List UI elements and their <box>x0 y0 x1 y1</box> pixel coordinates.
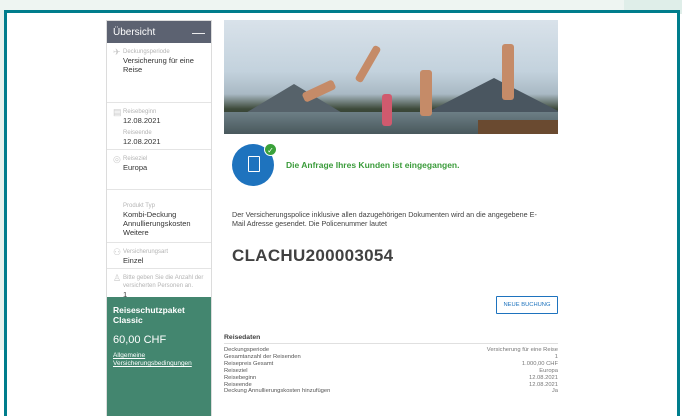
row-label: Gesamtanzahl der Reisenden <box>224 353 301 360</box>
row-label: Reiseziel <box>224 367 248 374</box>
section-label: Bitte geben Sie die Anzahl der versicher… <box>123 275 204 289</box>
package-title: Reiseschutzpaket Classic <box>113 305 185 325</box>
row-value: Versicherung für eine Reise <box>486 347 558 353</box>
hero-person <box>502 44 514 100</box>
hero-person <box>420 70 432 116</box>
travel-data-title: Reisedaten <box>224 334 261 341</box>
section-value: Kombi-Deckung Annullierungskosten Weiter… <box>123 210 191 237</box>
terms-link[interactable]: Allgemeine Versicherungsbedingungen <box>113 352 205 368</box>
table-row: Deckungsperiode Versicherung für eine Rei… <box>224 347 558 354</box>
row-value: 12.08.2021 <box>528 374 558 381</box>
package-price: 60,00 CHF <box>113 334 167 346</box>
section-value: 12.08.2021 <box>123 116 161 125</box>
row-label: Reisepreis Gesamt <box>224 360 274 367</box>
row-label: Reisebeginn <box>224 374 257 381</box>
hero-person <box>382 94 392 126</box>
policy-description: Der Versicherungspolice inklusive allen … <box>232 210 537 228</box>
sidebar-title: Übersicht <box>113 26 156 38</box>
people-icon: ⚇ <box>113 247 122 257</box>
row-label: Deckung Annullierungskosten hinzufügen <box>224 388 331 395</box>
sidebar-header[interactable]: Übersicht — <box>107 21 211 43</box>
travel-data-table: Deckungsperiode Versicherung für eine Rei… <box>224 347 558 395</box>
row-value: Ja <box>551 388 558 395</box>
checkmark-icon: ✓ <box>264 143 277 156</box>
table-row: Reiseende 12.08.2021 <box>224 382 558 389</box>
section-label: Deckungsperiode <box>123 49 170 55</box>
row-value: 1.000,00 CHF <box>521 360 558 367</box>
row-value: 1 <box>554 353 558 360</box>
table-row: Deckung Annullierungskosten hinzufügen Ja <box>224 388 558 395</box>
calendar-icon: ▤ <box>113 107 122 117</box>
divider <box>224 343 558 344</box>
section-travel-dates: ▤ Reisebeginn 12.08.2021 Reiseende 12.08… <box>107 103 211 150</box>
section-label: Versicherungsart <box>123 249 169 255</box>
section-value: 12.08.2021 <box>123 137 161 146</box>
row-value: 12.08.2021 <box>528 381 558 388</box>
section-product-type: Produkt Typ Kombi-Deckung Annullierungsk… <box>107 190 211 243</box>
hero-image <box>224 20 558 134</box>
section-label: Reisebeginn <box>123 109 157 115</box>
section-insurance-type: ⚇ Versicherungsart Einzel <box>107 243 211 269</box>
section-label: Produkt Typ <box>123 203 155 209</box>
airplane-icon: ✈ <box>113 47 121 57</box>
table-row: Reisebeginn 12.08.2021 <box>224 375 558 382</box>
package-box: Reiseschutzpaket Classic 60,00 CHF Allge… <box>107 297 211 416</box>
hero-dock <box>478 120 558 134</box>
new-booking-button[interactable]: NEUE BUCHUNG <box>496 296 558 314</box>
hero-mountain <box>424 78 558 114</box>
table-row: Reiseziel Europa <box>224 368 558 375</box>
row-label: Reiseende <box>224 381 252 388</box>
table-row: Gesamtanzahl der Reisenden 1 <box>224 354 558 361</box>
policy-number: CLACHU200003054 <box>232 246 394 265</box>
success-message: Die Anfrage Ihres Kunden ist eingegangen… <box>286 160 460 170</box>
section-value: Einzel <box>123 256 144 265</box>
section-label: Reiseende <box>123 130 152 136</box>
overview-sidebar: Übersicht — ✈ Deckungsperiode Versicheru… <box>106 20 212 416</box>
background-top <box>0 0 682 10</box>
person-icon: ♙ <box>113 273 122 283</box>
section-value: Europa <box>123 163 148 172</box>
row-label: Deckungsperiode <box>224 347 270 353</box>
table-row: Reisepreis Gesamt 1.000,00 CHF <box>224 361 558 368</box>
section-destination: ◎ Reiseziel Europa <box>107 150 211 190</box>
section-value: Versicherung für eine Reise <box>123 56 194 74</box>
section-coverage-period: ✈ Deckungsperiode Versicherung für eine … <box>107 43 211 103</box>
section-label: Reiseziel <box>123 156 148 162</box>
globe-icon: ◎ <box>113 154 121 164</box>
row-value: Europa <box>539 367 558 374</box>
document-icon <box>248 156 260 172</box>
collapse-icon[interactable]: — <box>192 26 205 39</box>
